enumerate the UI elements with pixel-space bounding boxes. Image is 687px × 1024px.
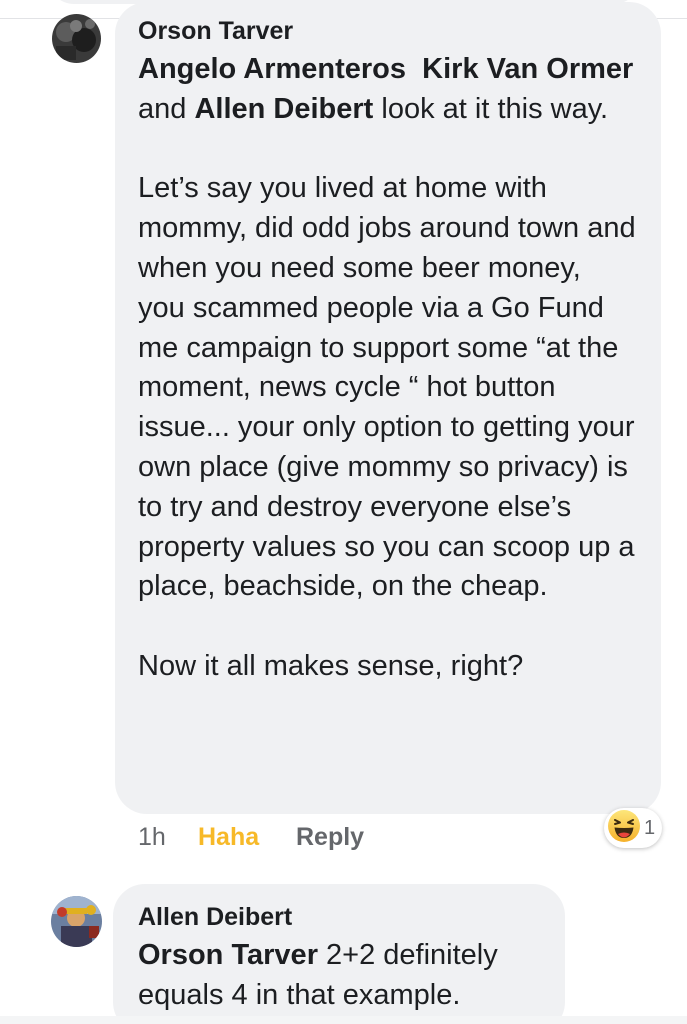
comment-text: Orson Tarver 2+2 definitely equals 4 in … bbox=[138, 936, 545, 1016]
avatar[interactable] bbox=[52, 14, 101, 63]
comment-timestamp[interactable]: 1h bbox=[138, 822, 166, 852]
avatar[interactable] bbox=[51, 896, 102, 947]
comment-bubble[interactable]: Orson Tarver Angelo Armenteros Kirk Van … bbox=[115, 2, 661, 814]
reaction-summary[interactable]: 1 bbox=[604, 808, 662, 848]
comment-bubble[interactable]: Allen Deibert Orson Tarver 2+2 definitel… bbox=[113, 884, 565, 1024]
comment-author[interactable]: Orson Tarver bbox=[138, 16, 641, 46]
comment-text: Angelo Armenteros Kirk Van Ormer and All… bbox=[138, 50, 641, 687]
mention-link[interactable]: Angelo Armenteros bbox=[138, 53, 406, 85]
reaction-button[interactable]: Haha bbox=[198, 822, 259, 852]
comment-text-body: look at it this way. Let’s say you lived… bbox=[138, 92, 636, 682]
comment-text-spacer bbox=[406, 53, 422, 85]
comment-author[interactable]: Allen Deibert bbox=[138, 902, 545, 932]
haha-emoji-icon bbox=[607, 809, 641, 848]
reaction-count: 1 bbox=[644, 816, 656, 839]
mention-link[interactable]: Orson Tarver bbox=[138, 939, 318, 971]
mention-link[interactable]: Kirk Van Ormer bbox=[422, 53, 633, 85]
comment-thread: Orson Tarver Angelo Armenteros Kirk Van … bbox=[0, 0, 687, 1024]
mention-link[interactable]: Allen Deibert bbox=[194, 93, 373, 125]
reply-button[interactable]: Reply bbox=[296, 822, 364, 852]
bottom-edge bbox=[0, 1016, 687, 1024]
